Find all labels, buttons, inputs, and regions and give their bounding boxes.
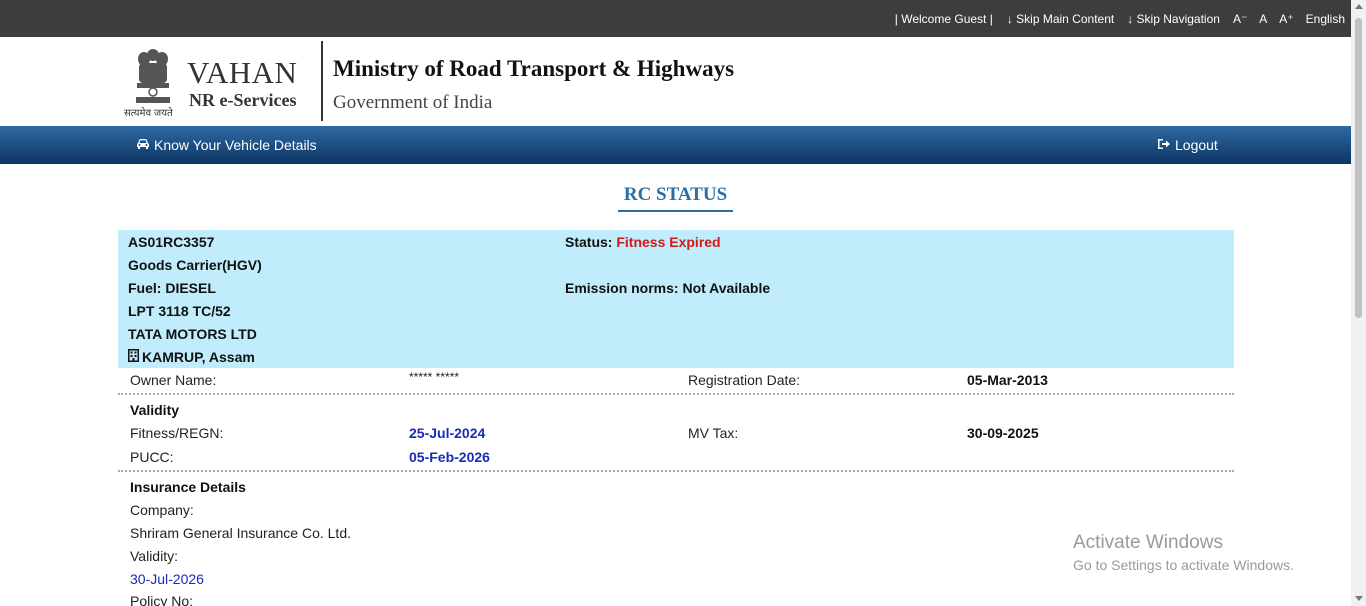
registration-number: AS01RC3357 [128, 234, 215, 250]
brand-logo-text: VAHAN [187, 55, 298, 90]
page-title: RC STATUS [617, 184, 734, 212]
page-title-wrap: RC STATUS [0, 184, 1351, 212]
vehicle-class: Goods Carrier(HGV) [128, 257, 262, 273]
activate-windows-watermark: Activate Windows Go to Settings to activ… [1073, 532, 1294, 573]
site-header: सत्यमेव जयते VAHAN NR e-Services Ministr… [0, 37, 1351, 126]
divider [118, 393, 1234, 395]
font-decrease-button[interactable]: A⁻ [1233, 12, 1247, 26]
logout-icon [1157, 137, 1171, 153]
logout-label: Logout [1175, 137, 1218, 153]
page-scrollbar[interactable] [1351, 0, 1366, 606]
scroll-up-icon[interactable] [1355, 4, 1363, 9]
logout-link[interactable]: Logout [1157, 137, 1218, 153]
building-icon [128, 349, 139, 365]
know-vehicle-link[interactable]: Know Your Vehicle Details [136, 137, 317, 153]
vehicle-maker: TATA MOTORS LTD [128, 326, 257, 342]
policy-number-label: Policy No: [130, 593, 194, 606]
insurance-company-value: Shriram General Insurance Co. Ltd. [130, 525, 351, 541]
owner-name-value: ***** ***** [409, 370, 460, 384]
scroll-down-icon[interactable] [1355, 596, 1363, 601]
font-normal-button[interactable]: A [1259, 12, 1267, 26]
insurance-company-label: Company: [130, 502, 194, 518]
fitness-label: Fitness/REGN: [130, 425, 224, 441]
car-icon [136, 137, 150, 153]
vehicle-summary-card: AS01RC3357 Status: Fitness Expired Goods… [118, 230, 1234, 368]
government-subtitle: Government of India [333, 92, 493, 113]
registration-date-value: 05-Mar-2013 [967, 372, 1048, 388]
scroll-thumb[interactable] [1355, 18, 1362, 318]
know-vehicle-label: Know Your Vehicle Details [154, 137, 317, 153]
ministry-title: Ministry of Road Transport & Highways [333, 56, 735, 81]
top-bar: | Welcome Guest | ↓ Skip Main Content ↓ … [0, 0, 1351, 37]
top-links: | Welcome Guest | ↓ Skip Main Content ↓ … [895, 12, 1345, 26]
pucc-label: PUCC: [130, 449, 174, 465]
registration-date-label: Registration Date: [688, 372, 801, 388]
status-badge: Fitness Expired [616, 234, 721, 250]
pucc-value: 05-Feb-2026 [409, 449, 490, 465]
header-divider [321, 41, 323, 121]
owner-name-label: Owner Name: [130, 372, 217, 388]
status-label: Status: [565, 234, 613, 250]
national-emblem-icon: सत्यमेव जयते [124, 47, 182, 119]
insurance-validity-label: Validity: [130, 548, 178, 564]
divider [118, 470, 1234, 472]
insurance-validity-value: 30-Jul-2026 [130, 571, 204, 587]
rto-label: KAMRUP, Assam [142, 349, 255, 365]
skip-navigation-link[interactable]: ↓ Skip Navigation [1127, 12, 1220, 26]
emission-norms: Emission norms: Not Available [565, 280, 771, 296]
main-navbar: Know Your Vehicle Details Logout [0, 126, 1351, 164]
mv-tax-value: 30-09-2025 [967, 425, 1039, 441]
welcome-text: | Welcome Guest | [894, 12, 993, 26]
validity-heading: Validity [130, 402, 180, 418]
skip-main-content-link[interactable]: ↓ Skip Main Content [1007, 12, 1114, 26]
watermark-subtitle: Go to Settings to activate Windows. [1073, 557, 1294, 573]
rto-location: KAMRUP, Assam [128, 349, 255, 365]
fuel-type: Fuel: DIESEL [128, 280, 216, 296]
font-increase-button[interactable]: A⁺ [1279, 12, 1293, 26]
language-selector[interactable]: English [1306, 12, 1345, 26]
vehicle-model: LPT 3118 TC/52 [128, 303, 231, 319]
mv-tax-label: MV Tax: [688, 425, 739, 441]
brand-subtitle: NR e-Services [189, 90, 297, 110]
watermark-title: Activate Windows [1073, 532, 1223, 553]
status-line: Status: Fitness Expired [565, 234, 721, 250]
emblem-caption: सत्यमेव जयते [124, 108, 173, 119]
fitness-value: 25-Jul-2024 [409, 425, 486, 441]
insurance-heading: Insurance Details [130, 479, 246, 495]
